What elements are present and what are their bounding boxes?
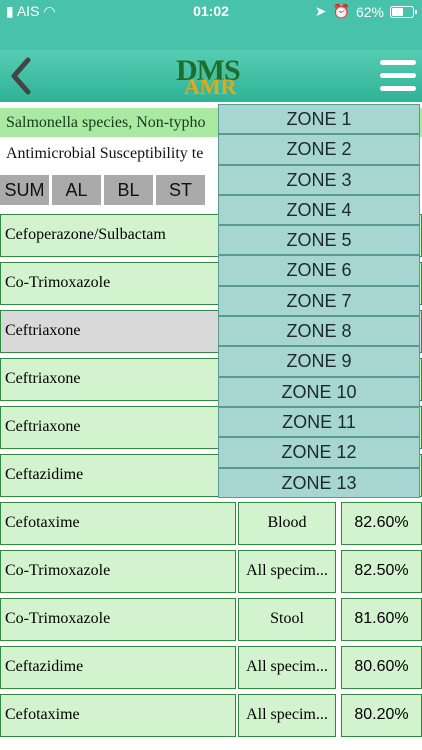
drug-name-cell[interactable]: Co-Trimoxazole [0,550,236,593]
percent-cell: 80.60% [341,646,422,689]
tab-st[interactable]: ST [156,175,205,205]
app-logo: DMS AMR [172,54,258,100]
zone-option-2[interactable]: ZONE 2 [218,134,420,165]
battery-percent: 62% [355,3,384,20]
percent-cell: 82.50% [341,550,422,593]
alarm-icon: ⏰ [332,3,350,19]
zone-dropdown: ZONE 1 ZONE 2 ZONE 3 ZONE 4 ZONE 5 ZONE 6 ZONE… [218,104,420,498]
percent-cell: 80.20% [341,694,422,737]
tab-sum[interactable]: SUM [0,175,49,205]
zone-option-7[interactable]: ZONE 7 [218,285,420,317]
status-bar: ▮ AIS ◠ 01:02 ➤ ⏰ 62% [0,0,422,24]
drug-name-cell[interactable]: Cefotaxime [0,502,236,545]
zone-option-6[interactable]: ZONE 6 [218,255,420,286]
drug-name-cell[interactable]: Co-Trimoxazole [0,598,236,641]
logo-sub: AMR [184,74,237,99]
zone-option-4[interactable]: ZONE 4 [218,194,420,226]
zone-option-11[interactable]: ZONE 11 [218,406,420,438]
specimen-cell: All specim... [238,694,336,737]
zone-option-9[interactable]: ZONE 9 [218,346,420,377]
specimen-cell: Stool [238,598,336,641]
zone-option-8[interactable]: ZONE 8 [218,316,420,347]
drug-name-cell[interactable]: Cefotaxime [0,694,236,737]
percent-cell: 82.60% [341,502,422,545]
status-right: ➤ ⏰ 62% [314,3,417,20]
back-chevron-icon[interactable] [8,56,36,96]
zone-option-12[interactable]: ZONE 12 [218,437,420,468]
percent-cell: 81.60% [341,598,422,641]
specimen-cell: All specim... [238,550,336,593]
zone-option-13[interactable]: ZONE 13 [218,467,420,498]
tab-al[interactable]: AL [52,175,101,205]
nav-bar: DMS AMR [0,50,422,102]
tab-bl[interactable]: BL [104,175,153,205]
zone-option-1[interactable]: ZONE 1 [218,104,420,135]
menu-icon[interactable] [380,58,416,94]
specimen-cell: Blood [238,502,336,545]
header-band [0,24,422,50]
specimen-cell: All specim... [238,646,336,689]
zone-option-3[interactable]: ZONE 3 [218,164,420,195]
zone-option-10[interactable]: ZONE 10 [218,376,420,407]
location-icon: ➤ [314,3,327,19]
battery-icon [390,5,417,18]
drug-name-cell[interactable]: Ceftazidime [0,646,236,689]
battery-fill [392,7,404,16]
zone-option-5[interactable]: ZONE 5 [218,225,420,256]
tab-bar: SUM AL BL ST [0,175,205,205]
